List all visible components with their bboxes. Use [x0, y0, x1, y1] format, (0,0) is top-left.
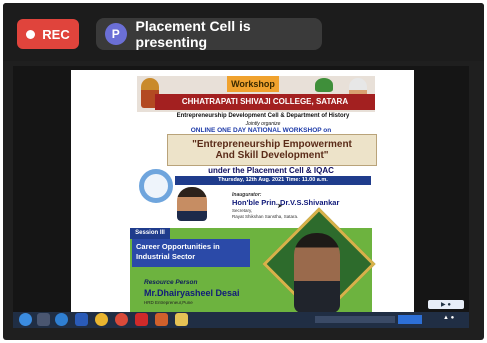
title-line-1: "Entrepreneurship Empowerment [192, 139, 352, 150]
resource-label: Resource Person [144, 279, 198, 286]
word-icon[interactable] [75, 313, 88, 326]
tree-logo-icon [315, 78, 333, 92]
resource-org: HRD Entrepreneur,Pune [144, 300, 193, 305]
session-tag: Session III [130, 228, 170, 239]
system-tray-icon[interactable]: ▲ ● [443, 315, 454, 321]
session-title-line-2: Industrial Sector [136, 252, 196, 261]
organizer-line: Entrepreneurship Development Cell & Depa… [176, 113, 350, 119]
recording-label: REC [42, 26, 70, 42]
date-line: Thursday, 12th Aug. 2021 Time: 11.00 a.m… [175, 176, 371, 185]
inaugurator-photo [177, 187, 207, 221]
inaugurator-name: Hon'ble Prin. Dr.V.S.Shivankar [232, 198, 340, 207]
chrome-icon[interactable] [95, 313, 108, 326]
workshop-title: "Entrepreneurship Empowerment And Skill … [167, 134, 377, 166]
screen-share-chip[interactable]: ▶ ● [428, 300, 464, 309]
resource-name: Mr.Dhairyasheel Desai [144, 288, 240, 298]
taskbar-active-button[interactable] [398, 315, 422, 324]
workshop-label: Workshop [227, 76, 279, 92]
inaugurator-org: Rayat Shikshan Sanstha, Satara. [232, 214, 299, 219]
session-title-line-1: Career Opportunities in [136, 242, 220, 251]
title-line-2: And Skill Development" [215, 150, 329, 161]
record-dot-icon [26, 29, 36, 39]
inaugurator-block: Inaugurator: Hon'ble Prin. Dr.V.S.Shivan… [145, 187, 385, 227]
powerpoint-icon[interactable] [155, 313, 168, 326]
pdf-icon[interactable] [135, 313, 148, 326]
taskbar: ▲ ● [13, 312, 469, 328]
presentation-slide: Workshop CHHATRAPATI SHIVAJI COLLEGE, SA… [71, 70, 414, 321]
presenting-text: Placement Cell is presenting [135, 18, 251, 50]
folder-icon[interactable] [175, 313, 188, 326]
workshop-type: ONLINE ONE DAY NATIONAL WORKSHOP on [190, 127, 332, 134]
session-panel: Session III Career Opportunities in Indu… [130, 207, 376, 321]
session-title: Career Opportunities in Industrial Secto… [132, 239, 250, 267]
presenter-avatar: P [105, 23, 127, 45]
chrome-icon-2[interactable] [115, 313, 128, 326]
inaugurator-designation: Secretary, [232, 208, 253, 213]
recording-button[interactable]: REC [17, 19, 79, 49]
app-icon[interactable] [37, 313, 50, 326]
taskbar-search-strip[interactable] [315, 316, 395, 323]
college-banner: Workshop CHHATRAPATI SHIVAJI COLLEGE, SA… [137, 76, 375, 112]
mouse-cursor-icon: ➤ [277, 203, 283, 210]
college-name: CHHATRAPATI SHIVAJI COLLEGE, SATARA [155, 94, 375, 110]
presenting-indicator[interactable]: P Placement Cell is presenting [96, 18, 322, 50]
speaker-photo [294, 233, 340, 313]
under-line: under the Placement Cell & IQAC [208, 166, 334, 175]
browser-icon[interactable] [55, 313, 68, 326]
meeting-top-bar: REC P Placement Cell is presenting [3, 3, 484, 61]
windows-start-icon[interactable] [19, 313, 32, 326]
